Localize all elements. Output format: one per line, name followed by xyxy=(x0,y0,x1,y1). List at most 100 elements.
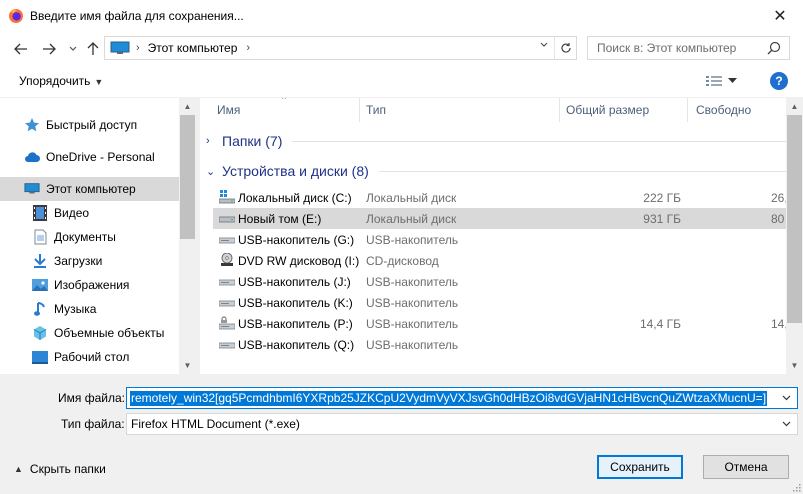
search-input[interactable]: Поиск в: Этот компьютер xyxy=(597,41,736,55)
scroll-down-icon[interactable]: ▼ xyxy=(179,357,195,374)
drive-type: Локальный диск xyxy=(366,191,457,205)
chevron-down-icon xyxy=(540,42,548,47)
chevron-down-icon[interactable] xyxy=(775,414,797,434)
column-divider[interactable] xyxy=(359,98,360,122)
chevron-down-icon: ⌄ xyxy=(206,165,216,178)
sidebar-item-documents[interactable]: Документы xyxy=(0,225,179,249)
sidebar-item-3d-objects[interactable]: Объемные объекты xyxy=(0,321,179,345)
column-divider[interactable] xyxy=(559,98,560,122)
back-button[interactable] xyxy=(12,40,30,58)
table-row[interactable]: USB-накопитель (G:) USB-накопитель xyxy=(213,229,786,250)
breadcrumb-separator-icon[interactable]: › xyxy=(246,42,250,54)
sidebar-item-quick-access[interactable]: Быстрый доступ xyxy=(0,113,179,137)
usb-drive-icon xyxy=(219,342,235,349)
navigation-bar: › Этот компьютер › Поиск в: Этот компьют… xyxy=(0,32,803,64)
back-arrow-icon xyxy=(14,43,27,55)
sidebar-item-label: Этот компьютер xyxy=(46,182,136,196)
drive-type: Локальный диск xyxy=(366,212,457,226)
sidebar-item-onedrive[interactable]: OneDrive - Personal xyxy=(0,145,179,169)
cancel-button[interactable]: Отмена xyxy=(703,455,789,479)
drive-type: USB-накопитель xyxy=(366,317,459,331)
drive-type: USB-накопитель xyxy=(366,233,459,247)
music-icon xyxy=(32,301,48,317)
hide-folders-label: Скрыть папки xyxy=(29,462,106,476)
scroll-up-icon[interactable]: ▲ xyxy=(179,98,195,115)
table-row[interactable]: USB-накопитель (P:) USB-накопитель 14,4 … xyxy=(213,313,788,334)
column-total-size[interactable]: Общий размер xyxy=(566,103,649,117)
scroll-up-icon[interactable]: ▲ xyxy=(786,98,803,115)
file-list-scroll-thumb[interactable] xyxy=(787,115,802,323)
breadcrumb-this-pc[interactable]: Этот компьютер xyxy=(148,41,238,55)
drive-free-space: 80 xyxy=(771,212,785,226)
change-view-button[interactable] xyxy=(706,73,742,89)
table-row[interactable]: USB-накопитель (Q:) USB-накопитель xyxy=(213,334,786,355)
filetype-label: Тип файла: xyxy=(61,417,125,431)
sidebar-item-label: Объемные объекты xyxy=(54,326,165,340)
table-row[interactable]: Новый том (E:) Локальный диск 931 ГБ 80 xyxy=(213,208,786,229)
filetype-select[interactable]: Firefox HTML Document (*.exe) xyxy=(126,413,798,435)
sidebar-item-downloads[interactable]: Загрузки xyxy=(0,249,179,273)
computer-icon xyxy=(110,41,130,54)
sidebar-item-label: Видео xyxy=(54,206,90,220)
group-header-folders[interactable]: › Папки (7) xyxy=(200,131,786,151)
refresh-button[interactable] xyxy=(554,37,576,59)
column-type[interactable]: Тип xyxy=(366,103,386,117)
scroll-down-icon[interactable]: ▼ xyxy=(786,357,803,374)
address-history-button[interactable] xyxy=(540,40,548,51)
save-button[interactable]: Сохранить xyxy=(597,455,683,479)
navigation-pane: Быстрый доступ OneDrive - Personal Этот … xyxy=(0,98,195,374)
group-header-devices[interactable]: ⌄ Устройства и диски (8) xyxy=(200,161,786,181)
sidebar-item-this-pc[interactable]: Этот компьютер xyxy=(0,177,179,201)
documents-icon xyxy=(32,229,48,245)
locked-usb-drive-icon xyxy=(219,316,235,330)
sidebar-item-desktop[interactable]: Рабочий стол xyxy=(0,345,179,369)
search-box[interactable]: Поиск в: Этот компьютер xyxy=(587,36,790,60)
column-divider[interactable] xyxy=(687,98,688,122)
sidebar-item-pictures[interactable]: Изображения xyxy=(0,273,179,297)
drive-name: USB-накопитель (G:) xyxy=(238,233,355,247)
drive-name: USB-накопитель (Q:) xyxy=(238,338,355,352)
sidebar-item-video[interactable]: Видео xyxy=(0,201,179,225)
save-form: Имя файла: remotely_win32[gq5PcmdhbmI6YX… xyxy=(0,374,803,494)
table-row[interactable]: DVD RW дисковод (I:) CD-дисковод xyxy=(213,250,786,271)
search-icon xyxy=(767,41,781,55)
sidebar-item-label: Рабочий стол xyxy=(54,350,130,364)
caret-up-icon: ▲ xyxy=(14,464,23,474)
sidebar-item-label: Загрузки xyxy=(54,254,103,268)
table-row[interactable]: USB-накопитель (K:) USB-накопитель xyxy=(213,292,786,313)
column-free[interactable]: Свободно xyxy=(696,103,751,117)
resize-grip-icon[interactable] xyxy=(791,482,801,492)
chevron-down-icon[interactable] xyxy=(775,388,797,408)
downloads-icon xyxy=(32,253,48,269)
drive-name: Новый том (E:) xyxy=(238,212,322,226)
details-view-icon xyxy=(706,76,722,86)
help-button[interactable]: ? xyxy=(770,72,788,90)
table-row[interactable]: USB-накопитель (J:) USB-накопитель xyxy=(213,271,786,292)
hide-folders-button[interactable]: ▲ Скрыть папки xyxy=(14,462,106,476)
forward-button[interactable] xyxy=(40,40,58,58)
caret-down-icon: ▼ xyxy=(94,77,104,87)
column-headers: ^ Имя Тип Общий размер Свободно xyxy=(200,98,786,122)
group-divider xyxy=(378,170,786,172)
command-bar: Упорядочить ▼ ? xyxy=(0,64,803,98)
sidebar-scroll-thumb[interactable] xyxy=(180,115,195,239)
organize-menu-button[interactable]: Упорядочить ▼ xyxy=(19,74,103,88)
column-name[interactable]: Имя xyxy=(217,103,240,117)
sidebar-item-music[interactable]: Музыка xyxy=(0,297,179,321)
sidebar-scrollbar[interactable]: ▲ ▼ xyxy=(179,98,195,374)
computer-icon xyxy=(24,181,40,197)
filename-field[interactable]: remotely_win32[gq5PcmdhbmI6YXRpb25JZKCpU… xyxy=(126,387,798,409)
refresh-icon xyxy=(560,43,571,53)
desktop-icon xyxy=(32,349,48,365)
firefox-icon xyxy=(9,9,23,23)
breadcrumb-separator-icon[interactable]: › xyxy=(136,42,140,54)
table-row[interactable]: Локальный диск (C:) Локальный диск 222 Г… xyxy=(213,187,788,208)
recent-locations-button[interactable] xyxy=(64,40,82,58)
up-button[interactable] xyxy=(84,40,102,58)
up-arrow-icon xyxy=(87,42,99,55)
sort-ascending-icon: ^ xyxy=(282,98,286,104)
filename-input[interactable]: remotely_win32[gq5PcmdhbmI6YXRpb25JZKCpU… xyxy=(130,391,767,406)
address-bar[interactable]: › Этот компьютер › xyxy=(104,36,577,60)
file-list-scrollbar[interactable]: ▲ ▼ xyxy=(786,98,803,374)
close-button[interactable]: ✕ xyxy=(757,0,803,32)
